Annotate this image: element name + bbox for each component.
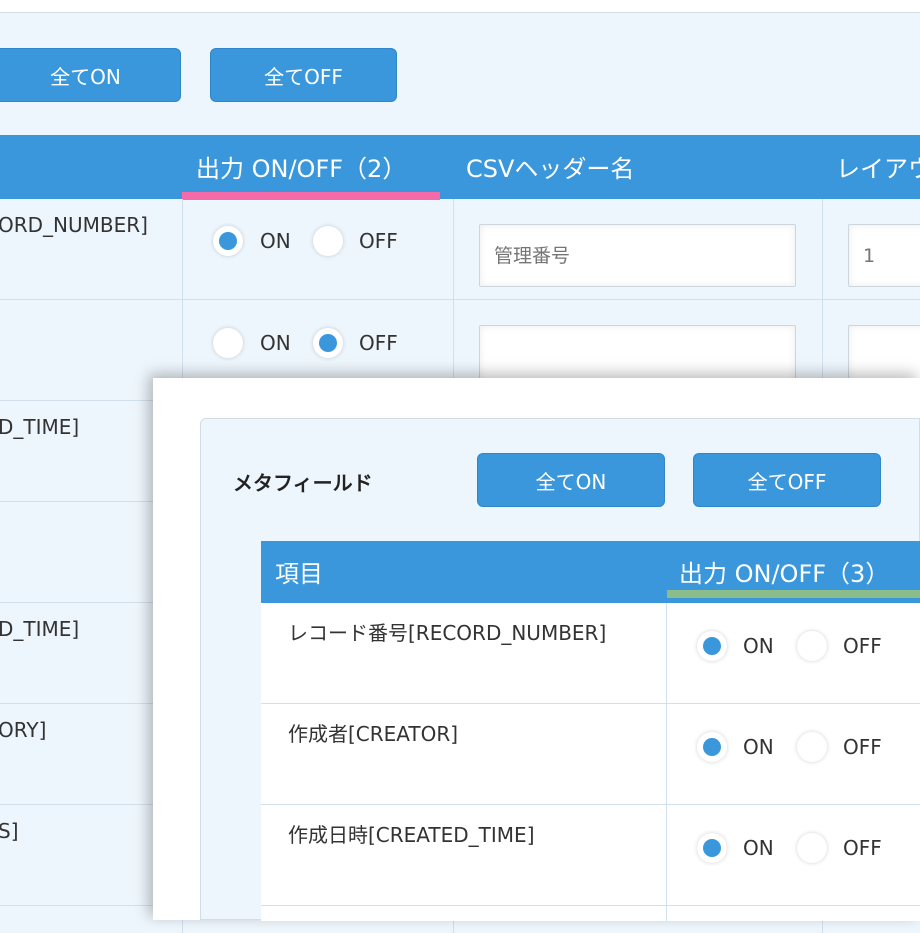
table-row: レコード番号[RECORD_NUMBER] ON OFF (261, 603, 920, 704)
field-name: ORD_NUMBER] (0, 213, 148, 237)
radio-label-off: OFF (843, 836, 882, 860)
csv-header-name-input[interactable] (479, 224, 796, 287)
column-header-layout: レイアウ (836, 155, 920, 183)
column-header-item: 項目 (275, 560, 323, 588)
radio-label-on: ON (743, 634, 774, 658)
output-off-radio[interactable] (797, 732, 827, 762)
metafield-panel: メタフィールド 全てON 全てOFF 項目 出力 ON/OFF（3） レコード番… (200, 418, 920, 921)
table-row: ORD_NUMBER] ON OFF (0, 199, 920, 300)
output-on-radio[interactable] (213, 328, 243, 358)
table-body: レコード番号[RECORD_NUMBER] ON OFF 作成者[CREATOR… (261, 603, 920, 921)
radio-label-off: OFF (843, 634, 882, 658)
field-name: 作成者[CREATOR] (288, 722, 459, 746)
table-row: 作成日時[CREATED_TIME] ON OFF (261, 805, 920, 906)
radio-label-off: OFF (359, 229, 398, 253)
highlight-underline (667, 590, 920, 598)
all-off-button[interactable]: 全てOFF (210, 48, 397, 102)
radio-label-on: ON (260, 331, 291, 355)
table-header: 出力 ON/OFF（2） CSVヘッダー名 レイアウ (0, 135, 920, 199)
radio-label-on: ON (260, 229, 291, 253)
output-on-radio[interactable] (697, 833, 727, 863)
output-on-radio[interactable] (213, 226, 243, 256)
column-header-csv-header: CSVヘッダー名 (466, 155, 635, 183)
radio-label-on: ON (743, 836, 774, 860)
all-on-button[interactable]: 全てON (0, 48, 181, 102)
layout-order-input[interactable] (848, 224, 920, 287)
radio-label-off: OFF (359, 331, 398, 355)
output-off-radio[interactable] (797, 631, 827, 661)
field-name: 作成日時[CREATED_TIME] (288, 823, 535, 847)
section-title: メタフィールド (233, 471, 373, 495)
field-name: ORY] (0, 718, 47, 742)
column-header-output: 出力 ON/OFF（3） (679, 560, 890, 588)
radio-label-on: ON (743, 735, 774, 759)
output-off-radio[interactable] (313, 328, 343, 358)
field-name: D_TIME] (0, 415, 80, 439)
field-name: D_TIME] (0, 617, 80, 641)
field-name: レコード番号[RECORD_NUMBER] (288, 621, 607, 645)
all-on-button[interactable]: 全てON (477, 453, 665, 507)
all-off-button[interactable]: 全てOFF (693, 453, 881, 507)
top-bar (0, 0, 920, 13)
output-on-radio[interactable] (697, 631, 727, 661)
column-header-output: 出力 ON/OFF（2） (196, 155, 407, 183)
field-name: S] (0, 819, 19, 843)
output-on-radio[interactable] (697, 732, 727, 762)
output-off-radio[interactable] (313, 226, 343, 256)
output-off-radio[interactable] (797, 833, 827, 863)
table-row: 作成者[CREATOR] ON OFF (261, 704, 920, 805)
radio-label-off: OFF (843, 735, 882, 759)
